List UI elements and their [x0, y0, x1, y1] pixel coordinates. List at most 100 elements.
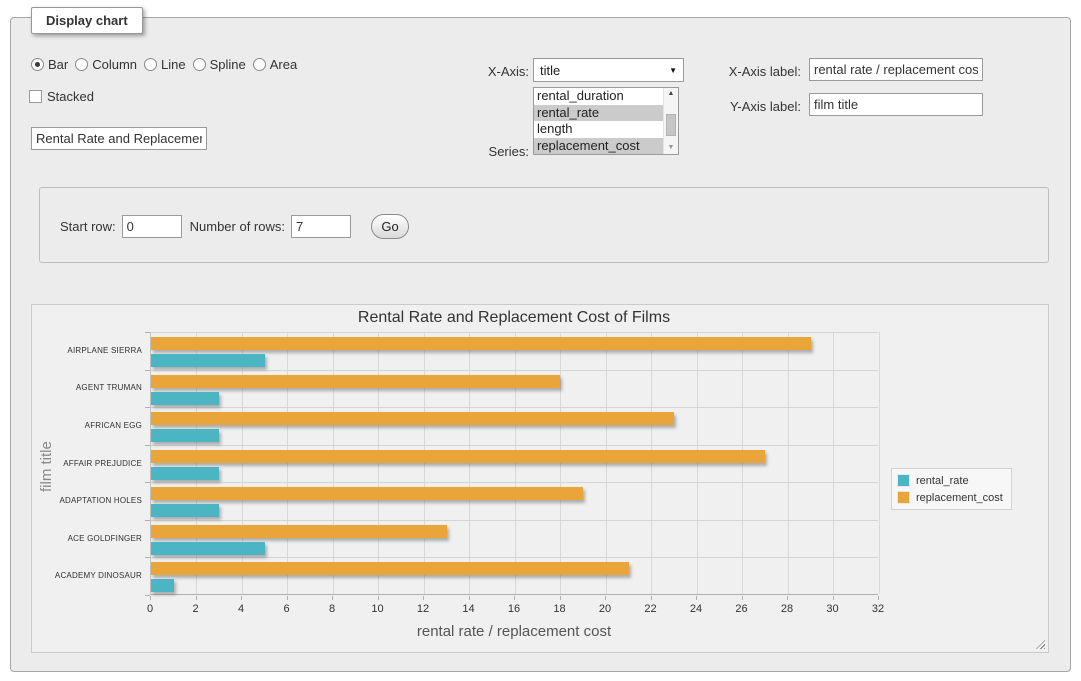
chart-type-radio-label: Spline — [210, 57, 246, 72]
radio-icon[interactable] — [193, 58, 206, 71]
bar-replacement_cost-agent-truman — [151, 375, 560, 388]
series-listbox-label: Series: — [451, 144, 529, 159]
chart-type-radio-label: Line — [161, 57, 186, 72]
gridline — [151, 370, 878, 371]
x-axis-tick — [878, 596, 879, 600]
category-label: ACE GOLDFINGER — [32, 534, 142, 543]
chart-type-radio-label: Bar — [48, 57, 68, 72]
bar-rental_rate-academy-dinosaur — [151, 579, 174, 592]
chart-title-input[interactable] — [31, 127, 207, 150]
x-axis-tick-label: 24 — [681, 603, 711, 615]
chart-type-radio-bar[interactable]: Bar — [31, 57, 68, 72]
x-axis-tick — [833, 596, 834, 600]
bar-rental_rate-adaptation-holes — [151, 504, 219, 517]
bar-replacement_cost-adaptation-holes — [151, 487, 583, 500]
stacked-checkbox[interactable] — [29, 90, 42, 103]
gridline — [469, 332, 470, 594]
x-axis-tick — [332, 596, 333, 600]
display-chart-page: Display chart Bar Column Line Spline Area St… — [0, 0, 1081, 681]
panel-title: Display chart — [31, 7, 143, 34]
x-axis-tick-label: 14 — [454, 603, 484, 615]
gridline — [879, 332, 880, 594]
legend-swatch-icon — [897, 491, 910, 504]
x-axis-select-label: X-Axis: — [451, 64, 529, 79]
legend-swatch-icon — [897, 474, 910, 487]
gridline — [833, 332, 834, 594]
x-axis-tick-label: 26 — [727, 603, 757, 615]
series-option-rental_rate[interactable]: rental_rate — [534, 105, 663, 122]
x-axis-tick-label: 20 — [590, 603, 620, 615]
chevron-down-icon: ▼ — [669, 66, 677, 75]
radio-icon[interactable] — [31, 58, 44, 71]
x-axis-tick — [514, 596, 515, 600]
y-axis-label-field-label: Y-Axis label: — [701, 99, 801, 114]
y-axis-tick — [145, 445, 150, 446]
chart-type-radio-group: Bar Column Line Spline Area — [31, 57, 297, 72]
y-axis-tick — [145, 557, 150, 558]
x-axis-tick-label: 18 — [545, 603, 575, 615]
gridline — [378, 332, 379, 594]
chart-plot-area — [150, 332, 878, 595]
y-axis-tick — [145, 482, 150, 483]
radio-icon[interactable] — [75, 58, 88, 71]
bar-replacement_cost-ace-goldfinger — [151, 525, 447, 538]
x-axis-tick — [605, 596, 606, 600]
chart-type-radio-area[interactable]: Area — [253, 57, 297, 72]
scrollbar-thumb[interactable] — [666, 114, 676, 136]
category-label: AFRICAN EGG — [32, 421, 142, 430]
x-axis-tick — [196, 596, 197, 600]
resize-handle-icon[interactable] — [1036, 640, 1045, 649]
x-axis-tick-label: 8 — [317, 603, 347, 615]
x-axis-select[interactable]: title ▼ — [533, 58, 684, 82]
x-axis-tick — [150, 596, 151, 600]
x-axis-tick — [241, 596, 242, 600]
radio-icon[interactable] — [144, 58, 157, 71]
x-axis-tick-label: 32 — [863, 603, 893, 615]
x-axis-tick-label: 16 — [499, 603, 529, 615]
y-axis-tick — [145, 520, 150, 521]
gridline — [151, 482, 878, 483]
legend-label: replacement_cost — [916, 492, 1003, 504]
start-row-label: Start row: — [60, 219, 116, 234]
gridline — [560, 332, 561, 594]
y-axis-label-input[interactable] — [809, 93, 983, 116]
stacked-label: Stacked — [47, 89, 94, 104]
x-axis-tick — [696, 596, 697, 600]
y-axis-tick — [145, 407, 150, 408]
go-button[interactable]: Go — [371, 214, 409, 239]
stacked-row: Stacked — [29, 89, 94, 104]
series-options: rental_durationrental_ratelengthreplacem… — [534, 88, 663, 154]
x-axis-tick — [560, 596, 561, 600]
radio-icon[interactable] — [253, 58, 266, 71]
x-axis-tick-label: 10 — [363, 603, 393, 615]
x-axis-tick-label: 2 — [181, 603, 211, 615]
gridline — [333, 332, 334, 594]
series-option-replacement_cost[interactable]: replacement_cost — [534, 138, 663, 155]
scroll-up-icon[interactable]: ▲ — [664, 88, 678, 100]
series-listbox[interactable]: rental_durationrental_ratelengthreplacem… — [533, 87, 679, 155]
series-option-rental_duration[interactable]: rental_duration — [534, 88, 663, 105]
chart-type-radio-label: Column — [92, 57, 137, 72]
x-axis-tick-label: 28 — [772, 603, 802, 615]
gridline — [697, 332, 698, 594]
number-of-rows-input[interactable] — [291, 215, 351, 238]
legend-item-rental_rate[interactable]: rental_rate — [897, 474, 1003, 487]
legend-item-replacement_cost[interactable]: replacement_cost — [897, 491, 1003, 504]
x-axis-label-input[interactable] — [809, 58, 983, 81]
chart-type-radio-column[interactable]: Column — [75, 57, 137, 72]
gridline — [151, 407, 878, 408]
chart-type-radio-label: Area — [270, 57, 297, 72]
y-axis-tick — [145, 332, 150, 333]
gridline — [151, 332, 878, 333]
bar-rental_rate-airplane-sierra — [151, 354, 265, 367]
chart-type-radio-line[interactable]: Line — [144, 57, 186, 72]
chart-type-radio-spline[interactable]: Spline — [193, 57, 246, 72]
gridline — [151, 445, 878, 446]
series-listbox-scrollbar[interactable]: ▲ ▼ — [663, 88, 678, 154]
start-row-input[interactable] — [122, 215, 182, 238]
scroll-down-icon[interactable]: ▼ — [664, 142, 678, 154]
x-axis-tick — [378, 596, 379, 600]
gridline — [151, 557, 878, 558]
series-option-length[interactable]: length — [534, 121, 663, 138]
number-of-rows-label: Number of rows: — [190, 219, 285, 234]
